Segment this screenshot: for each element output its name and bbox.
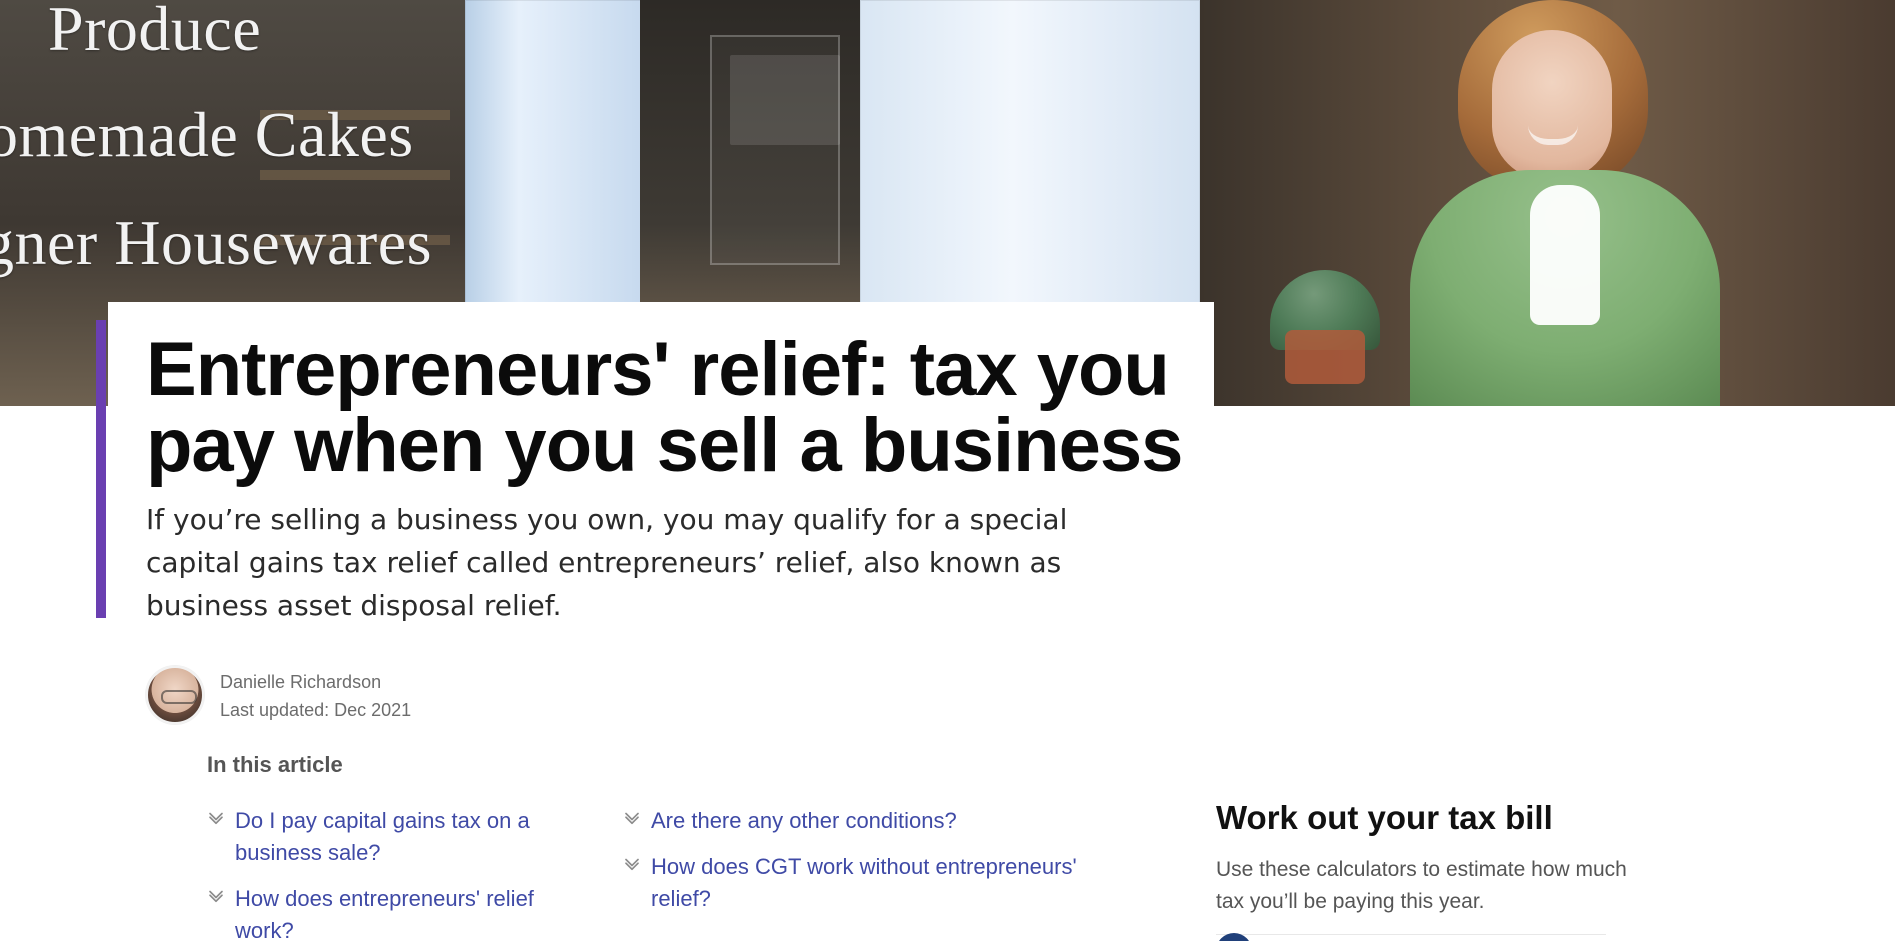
toc-link[interactable]: Are there any other conditions? [623, 805, 1083, 837]
in-this-article-heading: In this article [207, 752, 343, 777]
hero-person-shirt [1530, 185, 1600, 325]
chevron-down-icon [207, 887, 225, 905]
tax-calculators-description: Use these calculators to estimate how mu… [1216, 858, 1627, 913]
hero-opening-hours-sign [730, 55, 840, 145]
toc-link[interactable]: Do I pay capital gains tax on a business… [207, 805, 597, 869]
author-name: Danielle Richardson [220, 672, 382, 692]
calculator-icon [1216, 933, 1252, 941]
title-accent-bar [96, 320, 106, 618]
tax-calculators-promo: Work out your tax bill Use these calcula… [1216, 798, 1636, 941]
chevron-down-icon [207, 809, 225, 827]
toc-column: Do I pay capital gains tax on a business… [207, 805, 597, 941]
toc-link-text: How does CGT work without entrepreneurs'… [651, 854, 1077, 911]
tax-calculators-next-card [1216, 933, 1606, 941]
toc-link[interactable]: How does entrepreneurs' relief work? [207, 883, 597, 941]
chevron-down-icon [623, 855, 641, 873]
author-avatar [146, 666, 204, 724]
author-block: Danielle Richardson Last updated: Dec 20… [146, 664, 411, 726]
hero-person [1410, 0, 1720, 406]
page-subtitle: If you’re selling a business you own, yo… [146, 503, 1068, 622]
table-of-contents: Do I pay capital gains tax on a business… [207, 805, 1087, 941]
hero-sign-line: omemade Cakes [0, 99, 414, 170]
toc-link-text: How does entrepreneurs' relief work? [235, 886, 534, 941]
hero-person-face [1492, 30, 1612, 180]
toc-link[interactable]: How does CGT work without entrepreneurs'… [623, 851, 1083, 915]
page-title: Entrepreneurs' relief: tax you pay when … [146, 327, 1183, 488]
hero-pot [1285, 330, 1365, 384]
chevron-down-icon [623, 809, 641, 827]
toc-column: Are there any other conditions? How does… [623, 805, 1083, 941]
toc-link-text: Do I pay capital gains tax on a business… [235, 808, 530, 865]
last-updated: Last updated: Dec 2021 [220, 700, 412, 720]
hero-sign-line: gner Housewares [0, 207, 432, 278]
toc-link-text: Are there any other conditions? [651, 808, 957, 833]
article-page: Produce omemade Cakes gner Housewares En… [0, 0, 1895, 941]
tax-calculators-title: Work out your tax bill [1216, 799, 1553, 836]
hero-sign-line: Produce [48, 0, 262, 64]
author-meta: Danielle Richardson Last updated: Dec 20… [220, 670, 411, 720]
